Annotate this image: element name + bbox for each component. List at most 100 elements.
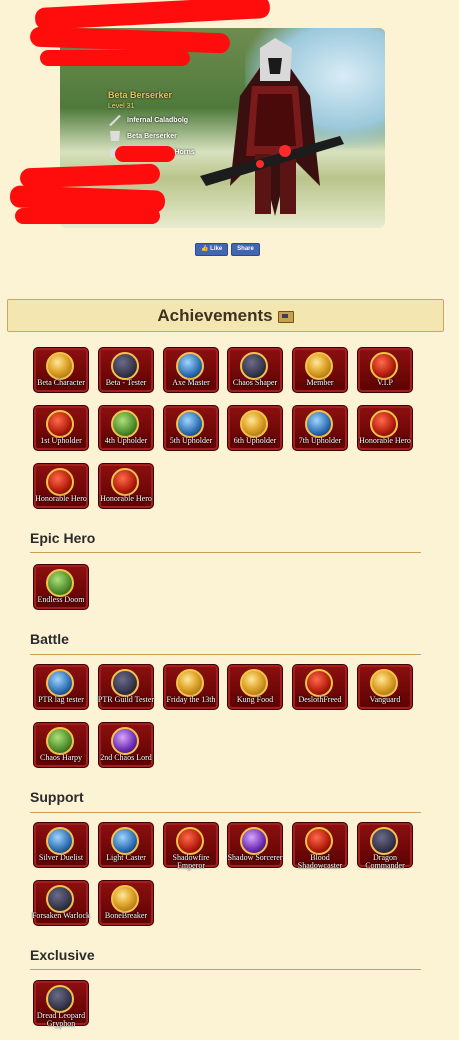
badge-emblem-icon: [176, 410, 204, 438]
badge-label: Light Caster: [106, 853, 146, 862]
badge-label: Chaos Shaper: [232, 378, 278, 387]
badge-emblem-icon: [111, 885, 139, 913]
badge-label: Axe Master: [172, 378, 210, 387]
section-divider: [30, 812, 421, 813]
badge-label: Kung Food: [236, 695, 274, 704]
section-title-battle: Battle: [30, 631, 69, 647]
achievement-badge[interactable]: PTR Guild Tester: [98, 664, 154, 714]
badge-label: Honorable Hero: [35, 494, 87, 503]
achievement-badge[interactable]: Shadowfire Emperor: [163, 822, 219, 872]
badge-label: Blood Shadowcaster: [297, 853, 343, 870]
armor-icon: [110, 131, 120, 141]
badge-label: Endless Doom: [37, 595, 85, 604]
achievements-header: Achievements: [7, 299, 444, 332]
badge-label: Beta Character: [37, 378, 85, 387]
badge-emblem-icon: [240, 352, 268, 380]
achievement-badge[interactable]: Member: [292, 347, 348, 397]
achievement-badge[interactable]: Honorable Hero: [357, 405, 413, 455]
like-label: Like: [210, 246, 223, 252]
character-card: Beta Berserker Level 31 Infernal Caladbo…: [9, 0, 387, 228]
badge-label: Shadowfire Emperor: [172, 853, 210, 870]
achievement-badge[interactable]: Axe Master: [163, 347, 219, 397]
achievement-badge[interactable]: BoneBreaker: [98, 880, 154, 930]
achievement-badge[interactable]: 1st Upholder: [33, 405, 89, 455]
achievement-badge[interactable]: Kung Food: [227, 664, 283, 714]
badge-emblem-icon: [305, 352, 333, 380]
badge-label: 1st Upholder: [40, 436, 82, 445]
achievement-badge[interactable]: Forsaken Warlock: [32, 880, 90, 930]
badge-emblem-icon: [111, 727, 139, 755]
like-button[interactable]: 👍 Like: [195, 243, 229, 256]
badge-label: Forsaken Warlock: [31, 911, 91, 920]
equipment-label: Infernal Caladbolg: [127, 116, 189, 124]
badge-emblem-icon: [46, 669, 74, 697]
badge-emblem-icon: [240, 827, 268, 855]
achievement-badge[interactable]: Chaos Shaper: [227, 347, 283, 397]
achievement-badge[interactable]: Beta Character: [33, 347, 89, 397]
achievement-badge[interactable]: Silver Duelist: [33, 822, 89, 872]
achievement-badge[interactable]: Vanguard: [357, 664, 413, 714]
section-divider: [30, 969, 421, 970]
badge-emblem-icon: [111, 468, 139, 496]
badge-emblem-icon: [370, 352, 398, 380]
thumbs-up-icon: 👍: [201, 246, 209, 252]
badge-label: Dragon Commander: [365, 853, 405, 870]
achievement-badge[interactable]: 2nd Chaos Lord: [98, 722, 154, 772]
badge-label: Silver Duelist: [38, 853, 84, 862]
section-divider: [30, 552, 421, 553]
redaction-mark: [15, 208, 160, 224]
badge-label: PTR lag tester: [38, 695, 84, 704]
badge-emblem-icon: [46, 885, 74, 913]
achievement-badge[interactable]: Dread Leopard Gryphon: [33, 980, 89, 1030]
badge-emblem-icon: [370, 827, 398, 855]
section-title-exclusive: Exclusive: [30, 947, 95, 963]
sword-icon: [109, 115, 121, 126]
share-button[interactable]: Share: [231, 243, 260, 256]
achievement-badge[interactable]: Light Caster: [98, 822, 154, 872]
achievement-badge[interactable]: Blood Shadowcaster: [292, 822, 348, 872]
achievement-badge[interactable]: Beta - Tester: [98, 347, 154, 397]
badge-emblem-icon: [305, 827, 333, 855]
badge-emblem-icon: [370, 669, 398, 697]
achievement-badge[interactable]: DeslothFreed: [292, 664, 348, 714]
achievement-badge[interactable]: Dragon Commander: [357, 822, 413, 872]
achievement-badge[interactable]: Honorable Hero: [33, 463, 89, 513]
achievement-badge[interactable]: 6th Upholder: [227, 405, 283, 455]
character-level: Level 31: [108, 103, 135, 110]
section-title-epic-hero: Epic Hero: [30, 530, 96, 546]
achievement-badge[interactable]: Honorable Hero: [98, 463, 154, 513]
badge-emblem-icon: [111, 352, 139, 380]
badge-emblem-icon: [176, 352, 204, 380]
achievement-badge[interactable]: Endless Doom: [33, 564, 89, 614]
badge-emblem-icon: [46, 410, 74, 438]
badge-emblem-icon: [370, 410, 398, 438]
achievement-badge[interactable]: Shadow Sorcerer: [227, 822, 283, 872]
badge-label: Shadow Sorcerer: [227, 853, 283, 862]
badge-emblem-icon: [305, 410, 333, 438]
badge-label: 4th Upholder: [104, 436, 148, 445]
achievements-title: Achievements: [157, 305, 273, 325]
badge-label: 7th Upholder: [298, 436, 342, 445]
badge-emblem-icon: [305, 669, 333, 697]
badge-label: Beta - Tester: [105, 378, 147, 387]
achievement-badge[interactable]: 5th Upholder: [163, 405, 219, 455]
badge-emblem-icon: [46, 352, 74, 380]
equipment-weapon: Infernal Caladbolg: [108, 114, 288, 126]
achievement-badge[interactable]: PTR lag tester: [33, 664, 89, 714]
achievement-badge[interactable]: V.I.P: [357, 347, 413, 397]
achievement-badge[interactable]: Friday the 13th: [163, 664, 219, 714]
badge-label: BoneBreaker: [104, 911, 148, 920]
badge-emblem-icon: [176, 827, 204, 855]
achievement-badge[interactable]: 7th Upholder: [292, 405, 348, 455]
redaction-mark: [34, 0, 271, 31]
badge-label: Honorable Hero: [359, 436, 411, 445]
redaction-mark: [40, 50, 190, 66]
badge-emblem-icon: [46, 727, 74, 755]
badge-emblem-icon: [111, 410, 139, 438]
badge-emblem-icon: [111, 669, 139, 697]
badge-label: Chaos Harpy: [40, 753, 82, 762]
badge-emblem-icon: [46, 569, 74, 597]
badge-label: Dread Leopard Gryphon: [36, 1011, 86, 1028]
achievement-badge[interactable]: Chaos Harpy: [33, 722, 89, 772]
achievement-badge[interactable]: 4th Upholder: [98, 405, 154, 455]
